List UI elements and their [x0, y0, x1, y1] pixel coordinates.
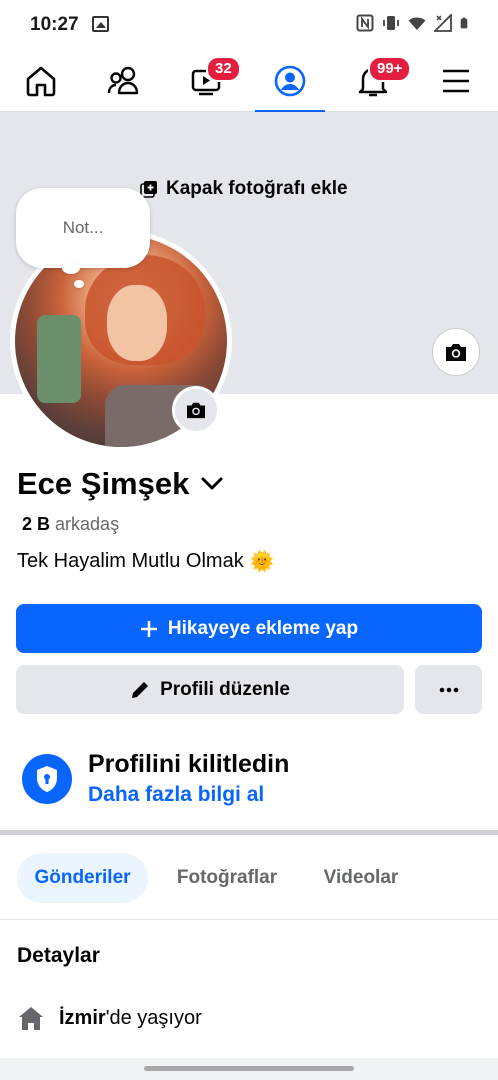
top-navigation: 32 99+ — [0, 50, 498, 113]
note-bubble[interactable]: Not... — [16, 188, 150, 268]
note-bubble-tail — [62, 262, 80, 274]
pencil-icon — [132, 681, 149, 698]
wifi-icon — [408, 17, 426, 30]
profile-name-row[interactable]: Ece Şimşek — [17, 466, 223, 502]
status-bar: 10:27 — [0, 0, 498, 50]
nav-video[interactable]: 32 — [172, 50, 242, 112]
house-icon — [19, 1007, 43, 1030]
add-to-story-button[interactable]: Hikayeye ekleme yap — [16, 604, 482, 653]
battery-icon — [460, 17, 468, 29]
nav-notifications[interactable]: 99+ — [338, 50, 412, 112]
chevron-down-icon[interactable] — [201, 477, 223, 491]
add-cover-photo-button[interactable]: Kapak fotoğrafı ekle — [140, 178, 348, 200]
profile-bio: Tek Hayalim Mutlu Olmak 🌞 — [17, 549, 275, 574]
nav-profile[interactable] — [255, 50, 325, 113]
cover-camera-button[interactable] — [432, 328, 480, 376]
shield-lock-icon — [22, 753, 72, 804]
notifications-badge: 99+ — [368, 56, 412, 82]
vibrate-icon — [383, 16, 399, 30]
menu-icon — [443, 69, 469, 93]
lives-in-suffix: 'de yaşıyor — [105, 1006, 202, 1029]
note-placeholder: Not... — [62, 218, 104, 237]
nav-menu[interactable] — [421, 50, 491, 112]
detail-lives-in: İzmir'de yaşıyor — [17, 1005, 202, 1031]
profile-icon — [274, 65, 306, 97]
profile-picture-camera-button[interactable] — [172, 386, 220, 434]
plus-icon — [140, 620, 157, 637]
friends-count-value: 2 B — [22, 514, 51, 534]
video-badge: 32 — [206, 56, 241, 82]
tab-videos[interactable]: Videolar — [308, 853, 414, 903]
friends-count[interactable]: 2 B arkadaş — [22, 514, 119, 535]
section-divider — [0, 830, 498, 835]
tab-posts[interactable]: Gönderiler — [17, 853, 148, 903]
profile-locked-notice: Profilini kilitledin Daha fazla bilgi al — [22, 750, 289, 807]
home-icon — [26, 66, 56, 97]
camera-icon — [446, 344, 466, 361]
friends-icon — [107, 66, 139, 95]
tab-photos[interactable]: Fotoğraflar — [162, 853, 292, 903]
add-cover-photo-label: Kapak fotoğrafı ekle — [166, 178, 348, 199]
add-to-story-label: Hikayeye ekleme yap — [167, 617, 359, 639]
signal-icon — [434, 14, 452, 32]
nfc-icon — [356, 14, 374, 32]
sun-emoji: 🌞 — [249, 551, 275, 573]
city-name[interactable]: İzmir — [59, 1007, 106, 1029]
home-indicator[interactable] — [144, 1066, 354, 1071]
more-options-button[interactable] — [415, 665, 482, 714]
more-dots-icon — [439, 687, 458, 692]
learn-more-link[interactable]: Daha fazla bilgi al — [88, 783, 289, 807]
nav-friends[interactable] — [89, 50, 159, 112]
edit-profile-label: Profili düzenle — [160, 678, 290, 700]
status-icons — [356, 14, 472, 32]
edit-profile-button[interactable]: Profili düzenle — [16, 665, 404, 714]
friends-count-label: arkadaş — [55, 514, 120, 534]
status-time: 10:27 — [30, 14, 79, 35]
profile-name: Ece Şimşek — [17, 466, 190, 501]
camera-icon — [187, 402, 205, 419]
tabs-divider — [0, 919, 498, 920]
gallery-notification-icon — [92, 16, 109, 32]
nav-home[interactable] — [6, 50, 76, 112]
profile-tabs: Gönderiler Fotoğraflar Videolar — [0, 853, 498, 903]
note-bubble-tail-small — [74, 280, 84, 288]
bio-text: Tek Hayalim Mutlu Olmak — [17, 550, 244, 572]
details-title: Detaylar — [17, 944, 100, 967]
lock-title: Profilini kilitledin — [88, 750, 290, 778]
